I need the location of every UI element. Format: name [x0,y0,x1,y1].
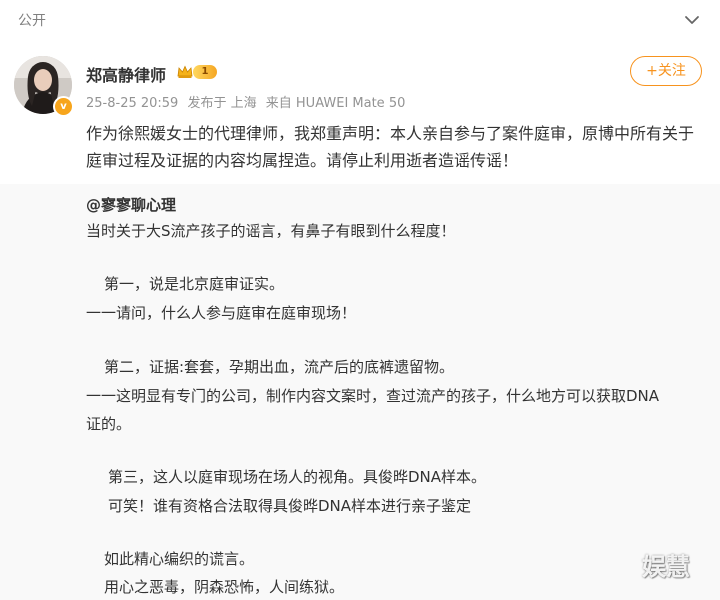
repost-line: 当时关于大S流产孩子的谣言，有鼻子有眼到什么程度！ [86,222,456,240]
chevron-down-icon[interactable] [684,12,700,28]
repost-line: 证的。 [86,415,132,433]
level-badge: 1 [193,65,217,79]
post-body-text: 作为徐熙媛女士的代理律师，我郑重声明：本人亲自参与了案件庭审，原博中所有关于庭审… [86,124,695,170]
visibility-label: 公开 [18,13,46,29]
repost-line: 一一这明显有专门的公司，制作内容文案时，查过流产的孩子，什么地方可以获取DNA [86,387,660,405]
reposted-content: @寥寥聊心理 当时关于大S流产孩子的谣言，有鼻子有眼到什么程度！ 第一，说是北京… [0,184,720,600]
verified-badge-icon: v [53,96,74,117]
repost-line: 第一，说是北京庭审证实。 [104,275,285,293]
post-header-bar: 公开 [0,0,720,40]
post-source: 来自 HUAWEI Mate 50 [265,96,406,111]
follow-button[interactable]: +关注 [630,56,702,86]
repost-line: 第三，这人以庭审现场在场人的视角。具俊晔DNA样本。 [108,468,487,486]
repost-line: 可笑！谁有资格合法取得具俊晔DNA样本进行亲子鉴定 [108,497,472,515]
post-timestamp[interactable]: 25-8-25 20:59 [86,96,178,111]
repost-line: 第二，证据:套套，孕期出血，流产后的底裤遗留物。 [104,358,455,376]
watermark-logo: 娱慧 [642,553,690,581]
crown-icon [177,64,193,80]
post-location: 发布于 上海 [187,96,257,111]
author-name[interactable]: 郑高静律师 [86,62,166,86]
repost-line: 如此精心编织的谎言。 [104,550,255,568]
repost-author-link[interactable]: @寥寥聊心理 [86,194,176,215]
repost-line: 用心之恶毒，阴森恐怖，人间练狱。 [104,578,345,596]
post-meta: 25-8-25 20:59 发布于 上海 来自 HUAWEI Mate 50 [86,92,410,111]
repost-line: 一一请问，什么人参与庭审在庭审现场！ [86,304,357,322]
